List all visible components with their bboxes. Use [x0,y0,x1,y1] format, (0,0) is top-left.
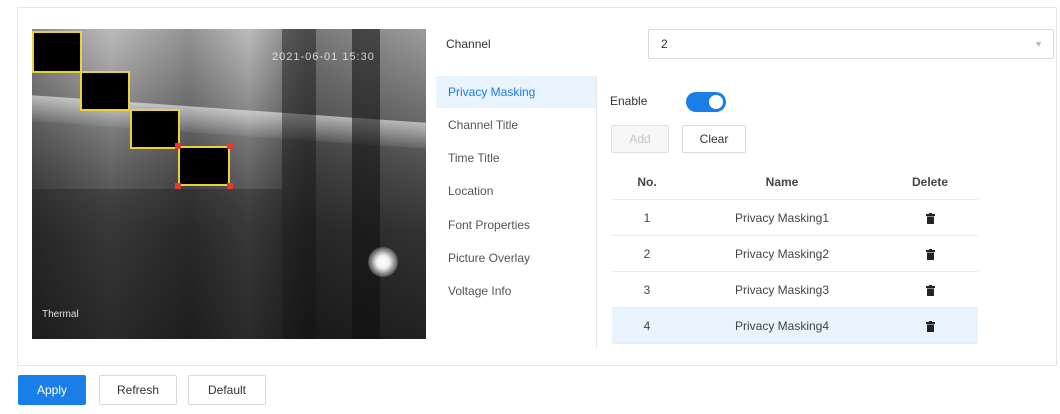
column-header-no: No. [637,175,657,189]
channel-value: 2 [661,37,668,51]
delete-button[interactable] [882,308,978,344]
row-name: Privacy Masking1 [734,211,830,225]
row-name: Privacy Masking3 [734,283,830,297]
row-no: 1 [643,211,651,225]
row-no: 3 [643,283,651,297]
privacy-mask-3[interactable] [130,109,180,149]
column-header-name: Name [765,175,799,189]
privacy-mask-4[interactable] [178,146,230,186]
preview-light [368,247,398,277]
mask-resize-handle[interactable] [227,183,233,189]
table-header: No. Name Delete [612,164,978,200]
privacy-mask-2[interactable] [80,71,130,111]
row-name: Privacy Masking2 [734,247,830,261]
menu-item-voltage-info[interactable]: Voltage Info [436,275,596,307]
table-row[interactable]: 2 Privacy Masking2 [612,236,978,272]
add-button[interactable]: Add [611,125,669,153]
preview-pillar [352,29,380,339]
channel-select[interactable]: 2 ▼ [648,29,1054,59]
osd-channel-name: Thermal [42,309,79,320]
enable-label: Enable [610,94,648,108]
column-header-delete: Delete [911,175,949,189]
privacy-mask-table: No. Name Delete 1 Privacy Masking1 2 Pri… [612,164,978,344]
trash-icon [925,285,935,297]
mask-resize-handle[interactable] [175,183,181,189]
preview-pillar [282,29,316,339]
mask-resize-handle[interactable] [175,143,181,149]
table-row[interactable]: 3 Privacy Masking3 [612,272,978,308]
row-no: 4 [643,319,651,333]
trash-icon [925,213,935,225]
menu-item-location[interactable]: Location [436,175,596,207]
default-button[interactable]: Default [188,375,266,405]
overlay-menu: Privacy Masking Channel Title Time Title… [436,76,597,348]
menu-item-font-properties[interactable]: Font Properties [436,209,596,241]
enable-toggle[interactable] [686,92,726,112]
trash-icon [925,321,935,333]
delete-button[interactable] [882,200,978,236]
privacy-mask-1[interactable] [32,31,82,73]
menu-item-time-title[interactable]: Time Title [436,142,596,174]
menu-item-privacy-masking[interactable]: Privacy Masking [436,76,596,108]
refresh-button[interactable]: Refresh [99,375,177,405]
clear-button[interactable]: Clear [682,125,746,153]
osd-time-text: 2021-06-01 15:30 [272,51,375,63]
table-row[interactable]: 1 Privacy Masking1 [612,200,978,236]
row-name: Privacy Masking4 [734,319,830,333]
menu-item-channel-title[interactable]: Channel Title [436,109,596,141]
row-no: 2 [643,247,651,261]
trash-icon [925,249,935,261]
delete-button[interactable] [882,236,978,272]
apply-button[interactable]: Apply [18,375,86,405]
delete-button[interactable] [882,272,978,308]
video-preview[interactable]: 2021-06-01 15:30 Thermal [32,29,426,339]
mask-resize-handle[interactable] [227,143,233,149]
menu-item-picture-overlay[interactable]: Picture Overlay [436,242,596,274]
channel-label: Channel [446,37,491,51]
toggle-knob [709,95,723,109]
table-row-selected[interactable]: 4 Privacy Masking4 [612,308,978,344]
chevron-down-icon: ▼ [1034,39,1043,49]
